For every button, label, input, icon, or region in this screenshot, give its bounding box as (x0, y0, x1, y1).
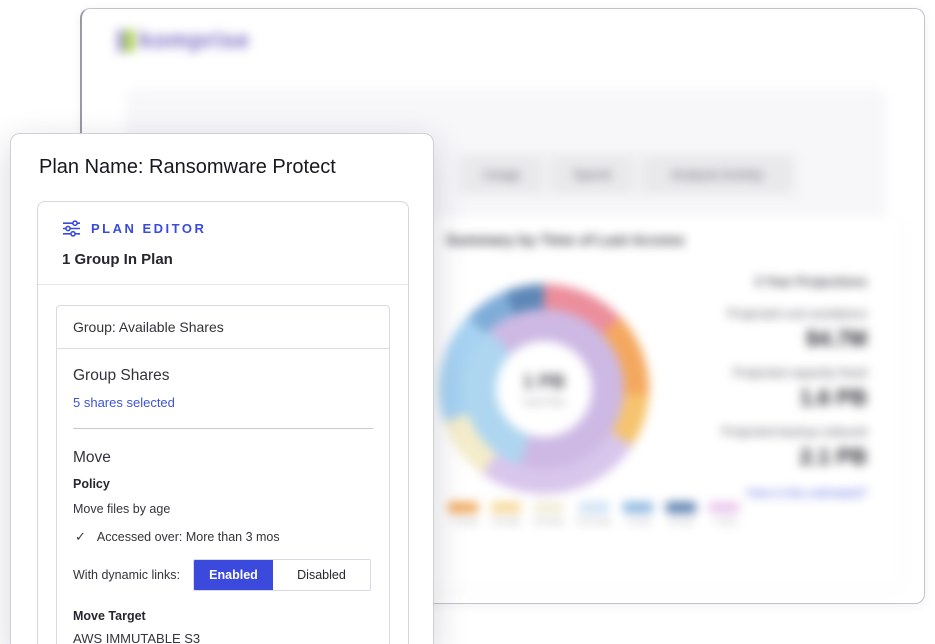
legend-item: < 3 mos (448, 502, 478, 526)
enabled-button[interactable]: Enabled (194, 560, 273, 590)
projection-label: Projected capacity freed (733, 366, 867, 380)
plan-editor-modal: Plan Name: Ransomware Protect (10, 133, 434, 644)
plan-editor-body: Group: Available Shares Group Shares 5 s… (38, 285, 408, 644)
group-header[interactable]: Group: Available Shares (57, 306, 389, 349)
dynamic-links-toggle: Enabled Disabled (193, 559, 371, 591)
legend-swatch (491, 502, 521, 513)
komprise-logo-icon (118, 30, 134, 52)
donut-center-value: 1 PB (523, 372, 565, 394)
plan-editor-header: PLAN EDITOR 1 Group In Plan (38, 202, 408, 285)
screenshot-root: komprise Usage Spend Analysis Activity S… (0, 0, 935, 644)
plan-name-title: Plan Name: Ransomware Protect (39, 156, 409, 179)
legend-item: 1-2 yrs (623, 502, 653, 526)
tab-spend[interactable]: Spend (552, 157, 632, 192)
accessed-rule-row: ✓ Accessed over: More than 3 mos (75, 529, 373, 545)
projection-value: $4.7M (806, 326, 867, 352)
legend-swatch (534, 502, 564, 513)
sliders-icon (62, 220, 81, 237)
legend-item: 3-6 mos (491, 502, 521, 526)
tab-usage[interactable]: Usage (462, 157, 542, 192)
plan-editor-panel: PLAN EDITOR 1 Group In Plan Group: Avail… (37, 201, 409, 644)
komprise-logo-text: komprise (139, 27, 250, 55)
legend-item: 9-12 mos (577, 502, 610, 526)
legend-swatch (579, 502, 609, 513)
estimation-info-link[interactable]: How is this estimated? (747, 486, 867, 500)
legend-swatch (666, 502, 696, 513)
dynamic-links-label: With dynamic links: (73, 568, 180, 582)
group-body: Group Shares 5 shares selected Move Poli… (57, 349, 389, 644)
groups-in-plan-count: 1 Group In Plan (62, 251, 384, 268)
legend-item: > 3 yrs (709, 502, 739, 526)
dynamic-links-row: With dynamic links: Enabled Disabled (73, 559, 373, 591)
policy-rule-text: Move files by age (73, 502, 373, 516)
group-box: Group: Available Shares Group Shares 5 s… (56, 305, 390, 644)
projections-panel: 3 Year Projections Projected cost avoida… (662, 274, 867, 500)
tab-analysis-activity[interactable]: Analysis Activity (642, 157, 792, 192)
projection-label: Projected backup reduced (722, 425, 867, 439)
projections-heading: 3 Year Projections (755, 274, 868, 289)
donut-chart: 1 PB Used Files (439, 284, 649, 494)
legend-swatch (709, 502, 739, 513)
background-tab-bar: Usage Spend Analysis Activity (456, 151, 798, 198)
legend-swatch (623, 502, 653, 513)
move-section-title: Move (73, 449, 373, 467)
group-shares-title: Group Shares (73, 367, 373, 385)
komprise-logo: komprise (118, 27, 250, 55)
chart-heading: Summary by Time of Last Access (446, 232, 684, 249)
legend-item: 6-9 mos (534, 502, 564, 526)
move-target-label: Move Target (73, 609, 373, 623)
move-target-value: AWS IMMUTABLE S3 (73, 631, 373, 644)
disabled-button[interactable]: Disabled (273, 560, 370, 590)
section-divider (73, 428, 373, 429)
checkmark-icon: ✓ (75, 529, 86, 545)
legend-item: 2-3 yrs (666, 502, 696, 526)
projection-value: 1.6 PB (800, 385, 867, 411)
chart-legend: < 3 mos 3-6 mos 6-9 mos 9-12 mos (448, 502, 739, 526)
plan-editor-label: PLAN EDITOR (91, 221, 206, 236)
accessed-rule-text: Accessed over: More than 3 mos (97, 530, 280, 544)
legend-swatch (448, 502, 478, 513)
shares-selected-link[interactable]: 5 shares selected (73, 395, 373, 410)
projection-value: 2.1 PB (800, 444, 867, 470)
summary-chart-card: Summary by Time of Last Access 1 PB Used… (382, 216, 902, 588)
donut-center-caption: Used Files (523, 397, 566, 407)
donut-center: 1 PB Used Files (496, 341, 592, 437)
projection-label: Projected cost avoidance (727, 307, 867, 321)
policy-label: Policy (73, 477, 373, 491)
